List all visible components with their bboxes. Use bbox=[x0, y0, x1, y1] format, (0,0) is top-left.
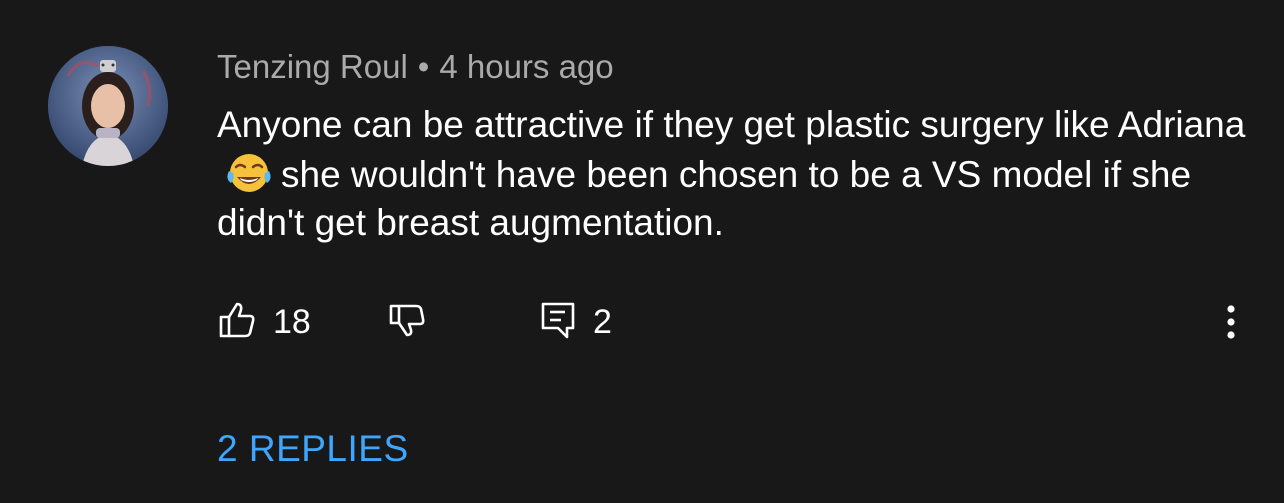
avatar[interactable] bbox=[48, 46, 168, 166]
more-vertical-icon bbox=[1226, 305, 1238, 348]
comment-meta: Tenzing Roul • 4 hours ago bbox=[217, 46, 614, 88]
face-with-tears-of-joy-icon bbox=[223, 149, 275, 197]
thumbs-down-icon bbox=[387, 300, 427, 345]
meta-separator: • bbox=[417, 48, 430, 85]
like-count: 18 bbox=[273, 303, 311, 341]
avatar-image bbox=[48, 46, 168, 166]
comment-actions: 18 2 bbox=[217, 300, 1247, 344]
thumbs-up-icon bbox=[217, 300, 257, 345]
comment-icon bbox=[539, 300, 577, 345]
more-options-button[interactable] bbox=[1226, 300, 1238, 344]
reply-count: 2 bbox=[593, 303, 612, 341]
comment-item: Tenzing Roul • 4 hours ago Anyone can be a… bbox=[0, 0, 1284, 503]
comment-text: Anyone can be attractive if they get pla… bbox=[217, 101, 1247, 247]
like-button[interactable]: 18 bbox=[217, 300, 311, 344]
comment-timestamp[interactable]: 4 hours ago bbox=[439, 48, 613, 85]
comment-text-part-2: she wouldn't have been chosen to be a VS… bbox=[217, 154, 1192, 243]
comment-text-part-1: Anyone can be attractive if they get pla… bbox=[217, 104, 1246, 145]
author-name[interactable]: Tenzing Roul bbox=[217, 48, 408, 85]
view-replies-button[interactable]: 2 REPLIES bbox=[217, 427, 409, 471]
reply-button[interactable]: 2 bbox=[539, 300, 612, 344]
dislike-button[interactable] bbox=[387, 300, 427, 344]
